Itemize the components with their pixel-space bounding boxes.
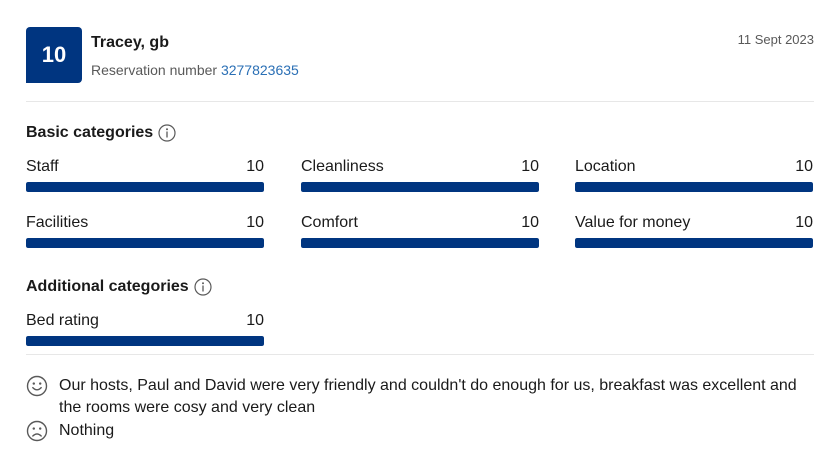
basic-categories-title: Basic categories [26, 124, 154, 141]
review-score-badge: 10 [26, 27, 82, 83]
category-staff: Staff 10 [26, 158, 264, 198]
category-score-bar [26, 336, 264, 346]
category-score-bar [26, 182, 264, 192]
category-value-for-money: Value for money 10 [575, 214, 813, 254]
category-location: Location 10 [575, 158, 813, 198]
category-score-fill [26, 336, 264, 346]
category-label: Location [575, 158, 636, 175]
category-label: Comfort [301, 214, 358, 231]
category-comfort: Comfort 10 [301, 214, 539, 254]
category-score-fill [575, 238, 813, 248]
review-date: 11 Sept 2023 [737, 32, 814, 47]
reviewer-name: Tracey, gb [91, 34, 169, 51]
category-label: Facilities [26, 214, 89, 231]
category-label: Value for money [575, 214, 691, 231]
category-score: 10 [246, 214, 264, 231]
category-score: 10 [795, 158, 813, 175]
smile-icon [26, 375, 48, 397]
category-facilities: Facilities 10 [26, 214, 264, 254]
positive-comment: Our hosts, Paul and David were very frie… [26, 375, 816, 419]
reservation-label: Reservation number [91, 62, 218, 78]
negative-comment-text: Nothing [59, 422, 115, 439]
category-cleanliness: Cleanliness 10 [301, 158, 539, 198]
reservation-number-link[interactable]: 3277823635 [221, 62, 299, 78]
divider [26, 101, 814, 102]
info-icon[interactable] [194, 278, 212, 296]
category-label: Bed rating [26, 312, 99, 329]
positive-comment-text: Our hosts, Paul and David were very frie… [59, 377, 797, 416]
frown-icon [26, 420, 48, 442]
category-bed-rating: Bed rating 10 [26, 312, 264, 352]
category-score-bar [26, 238, 264, 248]
category-score: 10 [795, 214, 813, 231]
category-score-bar [301, 238, 539, 248]
category-score-fill [301, 182, 539, 192]
category-score-bar [575, 238, 813, 248]
review-header: 10 Tracey, gb Reservation number 3277823… [26, 27, 814, 85]
review-card: 10 Tracey, gb Reservation number 3277823… [0, 0, 840, 449]
reservation-info: Reservation number 3277823635 [91, 62, 299, 78]
category-score-bar [575, 182, 813, 192]
category-score: 10 [521, 214, 539, 231]
category-score-fill [575, 182, 813, 192]
category-score: 10 [246, 312, 264, 329]
divider [26, 354, 814, 355]
negative-comment: Nothing [26, 420, 816, 442]
category-label: Cleanliness [301, 158, 384, 175]
category-score-fill [26, 238, 264, 248]
additional-categories-title: Additional categories [26, 278, 189, 295]
additional-categories-heading: Additional categories [26, 278, 212, 296]
category-score-bar [301, 182, 539, 192]
basic-categories-heading: Basic categories [26, 124, 176, 142]
category-score-fill [26, 182, 264, 192]
category-label: Staff [26, 158, 59, 175]
category-score: 10 [521, 158, 539, 175]
category-score-fill [301, 238, 539, 248]
category-score: 10 [246, 158, 264, 175]
info-icon[interactable] [158, 124, 176, 142]
